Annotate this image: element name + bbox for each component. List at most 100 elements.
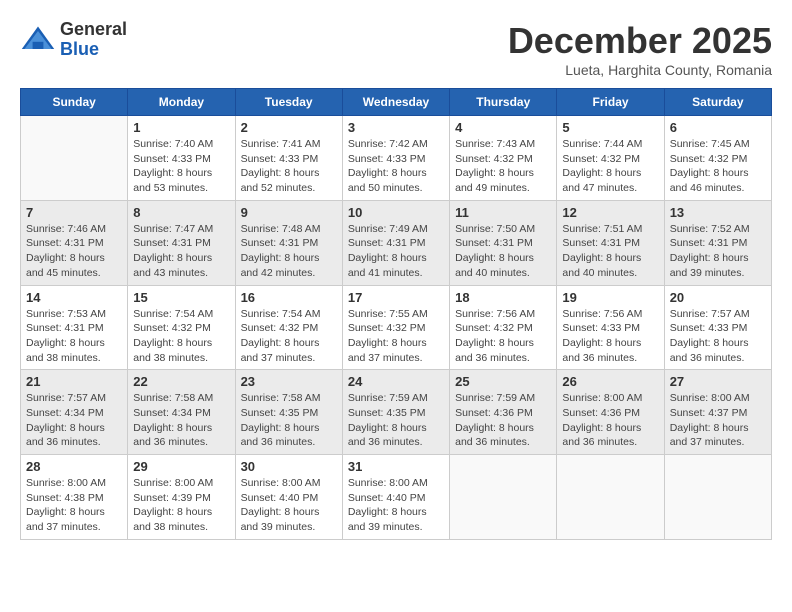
week-row-4: 21 Sunrise: 7:57 AM Sunset: 4:34 PM Dayli…	[21, 370, 772, 455]
weekday-header-wednesday: Wednesday	[342, 89, 449, 116]
day-info: Sunrise: 7:43 AM Sunset: 4:32 PM Dayligh…	[455, 137, 551, 196]
week-row-2: 7 Sunrise: 7:46 AM Sunset: 4:31 PM Daylig…	[21, 200, 772, 285]
calendar-cell: 5 Sunrise: 7:44 AM Sunset: 4:32 PM Daylig…	[557, 116, 664, 201]
logo-general-text: General	[60, 19, 127, 39]
calendar-cell: 10 Sunrise: 7:49 AM Sunset: 4:31 PM Dayli…	[342, 200, 449, 285]
calendar-cell	[664, 455, 771, 540]
day-number: 4	[455, 120, 551, 135]
day-number: 31	[348, 459, 444, 474]
calendar-cell: 24 Sunrise: 7:59 AM Sunset: 4:35 PM Dayli…	[342, 370, 449, 455]
day-info: Sunrise: 7:46 AM Sunset: 4:31 PM Dayligh…	[26, 222, 122, 281]
weekday-header-sunday: Sunday	[21, 89, 128, 116]
day-number: 13	[670, 205, 766, 220]
weekday-header-tuesday: Tuesday	[235, 89, 342, 116]
day-info: Sunrise: 7:45 AM Sunset: 4:32 PM Dayligh…	[670, 137, 766, 196]
day-number: 9	[241, 205, 337, 220]
day-number: 7	[26, 205, 122, 220]
day-info: Sunrise: 7:53 AM Sunset: 4:31 PM Dayligh…	[26, 307, 122, 366]
day-info: Sunrise: 7:52 AM Sunset: 4:31 PM Dayligh…	[670, 222, 766, 281]
calendar-cell: 15 Sunrise: 7:54 AM Sunset: 4:32 PM Dayli…	[128, 285, 235, 370]
calendar-cell: 1Sunrise: 7:40 AM Sunset: 4:33 PM Daylig…	[128, 116, 235, 201]
day-info: Sunrise: 7:56 AM Sunset: 4:32 PM Dayligh…	[455, 307, 551, 366]
day-info: Sunrise: 7:51 AM Sunset: 4:31 PM Dayligh…	[562, 222, 658, 281]
calendar-cell: 30Sunrise: 8:00 AM Sunset: 4:40 PM Dayli…	[235, 455, 342, 540]
calendar-cell: 9 Sunrise: 7:48 AM Sunset: 4:31 PM Daylig…	[235, 200, 342, 285]
day-number: 20	[670, 290, 766, 305]
day-number: 25	[455, 374, 551, 389]
day-info: Sunrise: 7:49 AM Sunset: 4:31 PM Dayligh…	[348, 222, 444, 281]
day-info: Sunrise: 8:00 AM Sunset: 4:38 PM Dayligh…	[26, 476, 122, 535]
calendar-cell: 16 Sunrise: 7:54 AM Sunset: 4:32 PM Dayli…	[235, 285, 342, 370]
month-title: December 2025	[508, 20, 772, 62]
calendar-cell: 12 Sunrise: 7:51 AM Sunset: 4:31 PM Dayli…	[557, 200, 664, 285]
calendar-table: SundayMondayTuesdayWednesdayThursdayFrid…	[20, 88, 772, 540]
calendar-cell: 2 Sunrise: 7:41 AM Sunset: 4:33 PM Daylig…	[235, 116, 342, 201]
day-info: Sunrise: 7:59 AM Sunset: 4:35 PM Dayligh…	[348, 391, 444, 450]
day-info: Sunrise: 8:00 AM Sunset: 4:37 PM Dayligh…	[670, 391, 766, 450]
day-info: Sunrise: 8:00 AM Sunset: 4:39 PM Dayligh…	[133, 476, 229, 535]
day-info: Sunrise: 7:59 AM Sunset: 4:36 PM Dayligh…	[455, 391, 551, 450]
calendar-cell: 6 Sunrise: 7:45 AM Sunset: 4:32 PM Daylig…	[664, 116, 771, 201]
logo: General Blue	[20, 20, 127, 60]
calendar-cell: 20 Sunrise: 7:57 AM Sunset: 4:33 PM Dayli…	[664, 285, 771, 370]
calendar-cell: 21 Sunrise: 7:57 AM Sunset: 4:34 PM Dayli…	[21, 370, 128, 455]
calendar-cell	[557, 455, 664, 540]
calendar-cell: 17 Sunrise: 7:55 AM Sunset: 4:32 PM Dayli…	[342, 285, 449, 370]
day-info: Sunrise: 7:47 AM Sunset: 4:31 PM Dayligh…	[133, 222, 229, 281]
calendar-cell: 18 Sunrise: 7:56 AM Sunset: 4:32 PM Dayli…	[450, 285, 557, 370]
calendar-cell: 26Sunrise: 8:00 AM Sunset: 4:36 PM Dayli…	[557, 370, 664, 455]
calendar-cell: 25 Sunrise: 7:59 AM Sunset: 4:36 PM Dayli…	[450, 370, 557, 455]
day-info: Sunrise: 7:54 AM Sunset: 4:32 PM Dayligh…	[241, 307, 337, 366]
day-number: 28	[26, 459, 122, 474]
day-number: 24	[348, 374, 444, 389]
weekday-header-monday: Monday	[128, 89, 235, 116]
day-info: Sunrise: 8:00 AM Sunset: 4:36 PM Dayligh…	[562, 391, 658, 450]
calendar-cell: 4 Sunrise: 7:43 AM Sunset: 4:32 PM Daylig…	[450, 116, 557, 201]
day-info: Sunrise: 7:57 AM Sunset: 4:34 PM Dayligh…	[26, 391, 122, 450]
day-number: 10	[348, 205, 444, 220]
page-header: General Blue December 2025 Lueta, Harghi…	[20, 20, 772, 78]
day-info: Sunrise: 7:57 AM Sunset: 4:33 PM Dayligh…	[670, 307, 766, 366]
day-number: 22	[133, 374, 229, 389]
calendar-cell: 22Sunrise: 7:58 AM Sunset: 4:34 PM Dayli…	[128, 370, 235, 455]
day-number: 19	[562, 290, 658, 305]
calendar-cell: 14 Sunrise: 7:53 AM Sunset: 4:31 PM Dayli…	[21, 285, 128, 370]
calendar-cell	[450, 455, 557, 540]
logo-blue-text: Blue	[60, 39, 99, 59]
day-number: 14	[26, 290, 122, 305]
calendar-cell: 23Sunrise: 7:58 AM Sunset: 4:35 PM Dayli…	[235, 370, 342, 455]
day-number: 21	[26, 374, 122, 389]
day-number: 6	[670, 120, 766, 135]
day-number: 12	[562, 205, 658, 220]
day-number: 2	[241, 120, 337, 135]
day-number: 16	[241, 290, 337, 305]
day-info: Sunrise: 7:40 AM Sunset: 4:33 PM Dayligh…	[133, 137, 229, 196]
day-number: 5	[562, 120, 658, 135]
day-info: Sunrise: 7:42 AM Sunset: 4:33 PM Dayligh…	[348, 137, 444, 196]
day-info: Sunrise: 7:56 AM Sunset: 4:33 PM Dayligh…	[562, 307, 658, 366]
location-text: Lueta, Harghita County, Romania	[508, 62, 772, 78]
day-number: 18	[455, 290, 551, 305]
day-info: Sunrise: 7:41 AM Sunset: 4:33 PM Dayligh…	[241, 137, 337, 196]
week-row-3: 14 Sunrise: 7:53 AM Sunset: 4:31 PM Dayli…	[21, 285, 772, 370]
day-info: Sunrise: 8:00 AM Sunset: 4:40 PM Dayligh…	[241, 476, 337, 535]
weekday-header-saturday: Saturday	[664, 89, 771, 116]
calendar-cell: 28 Sunrise: 8:00 AM Sunset: 4:38 PM Dayli…	[21, 455, 128, 540]
week-row-5: 28 Sunrise: 8:00 AM Sunset: 4:38 PM Dayli…	[21, 455, 772, 540]
day-info: Sunrise: 7:54 AM Sunset: 4:32 PM Dayligh…	[133, 307, 229, 366]
day-info: Sunrise: 7:44 AM Sunset: 4:32 PM Dayligh…	[562, 137, 658, 196]
day-info: Sunrise: 7:50 AM Sunset: 4:31 PM Dayligh…	[455, 222, 551, 281]
weekday-header-friday: Friday	[557, 89, 664, 116]
day-info: Sunrise: 7:48 AM Sunset: 4:31 PM Dayligh…	[241, 222, 337, 281]
day-number: 17	[348, 290, 444, 305]
logo-icon	[20, 22, 56, 58]
day-number: 8	[133, 205, 229, 220]
day-number: 23	[241, 374, 337, 389]
weekday-header-row: SundayMondayTuesdayWednesdayThursdayFrid…	[21, 89, 772, 116]
day-info: Sunrise: 8:00 AM Sunset: 4:40 PM Dayligh…	[348, 476, 444, 535]
day-info: Sunrise: 7:55 AM Sunset: 4:32 PM Dayligh…	[348, 307, 444, 366]
calendar-cell: 11Sunrise: 7:50 AM Sunset: 4:31 PM Dayli…	[450, 200, 557, 285]
day-number: 15	[133, 290, 229, 305]
calendar-cell: 19 Sunrise: 7:56 AM Sunset: 4:33 PM Dayli…	[557, 285, 664, 370]
calendar-cell	[21, 116, 128, 201]
